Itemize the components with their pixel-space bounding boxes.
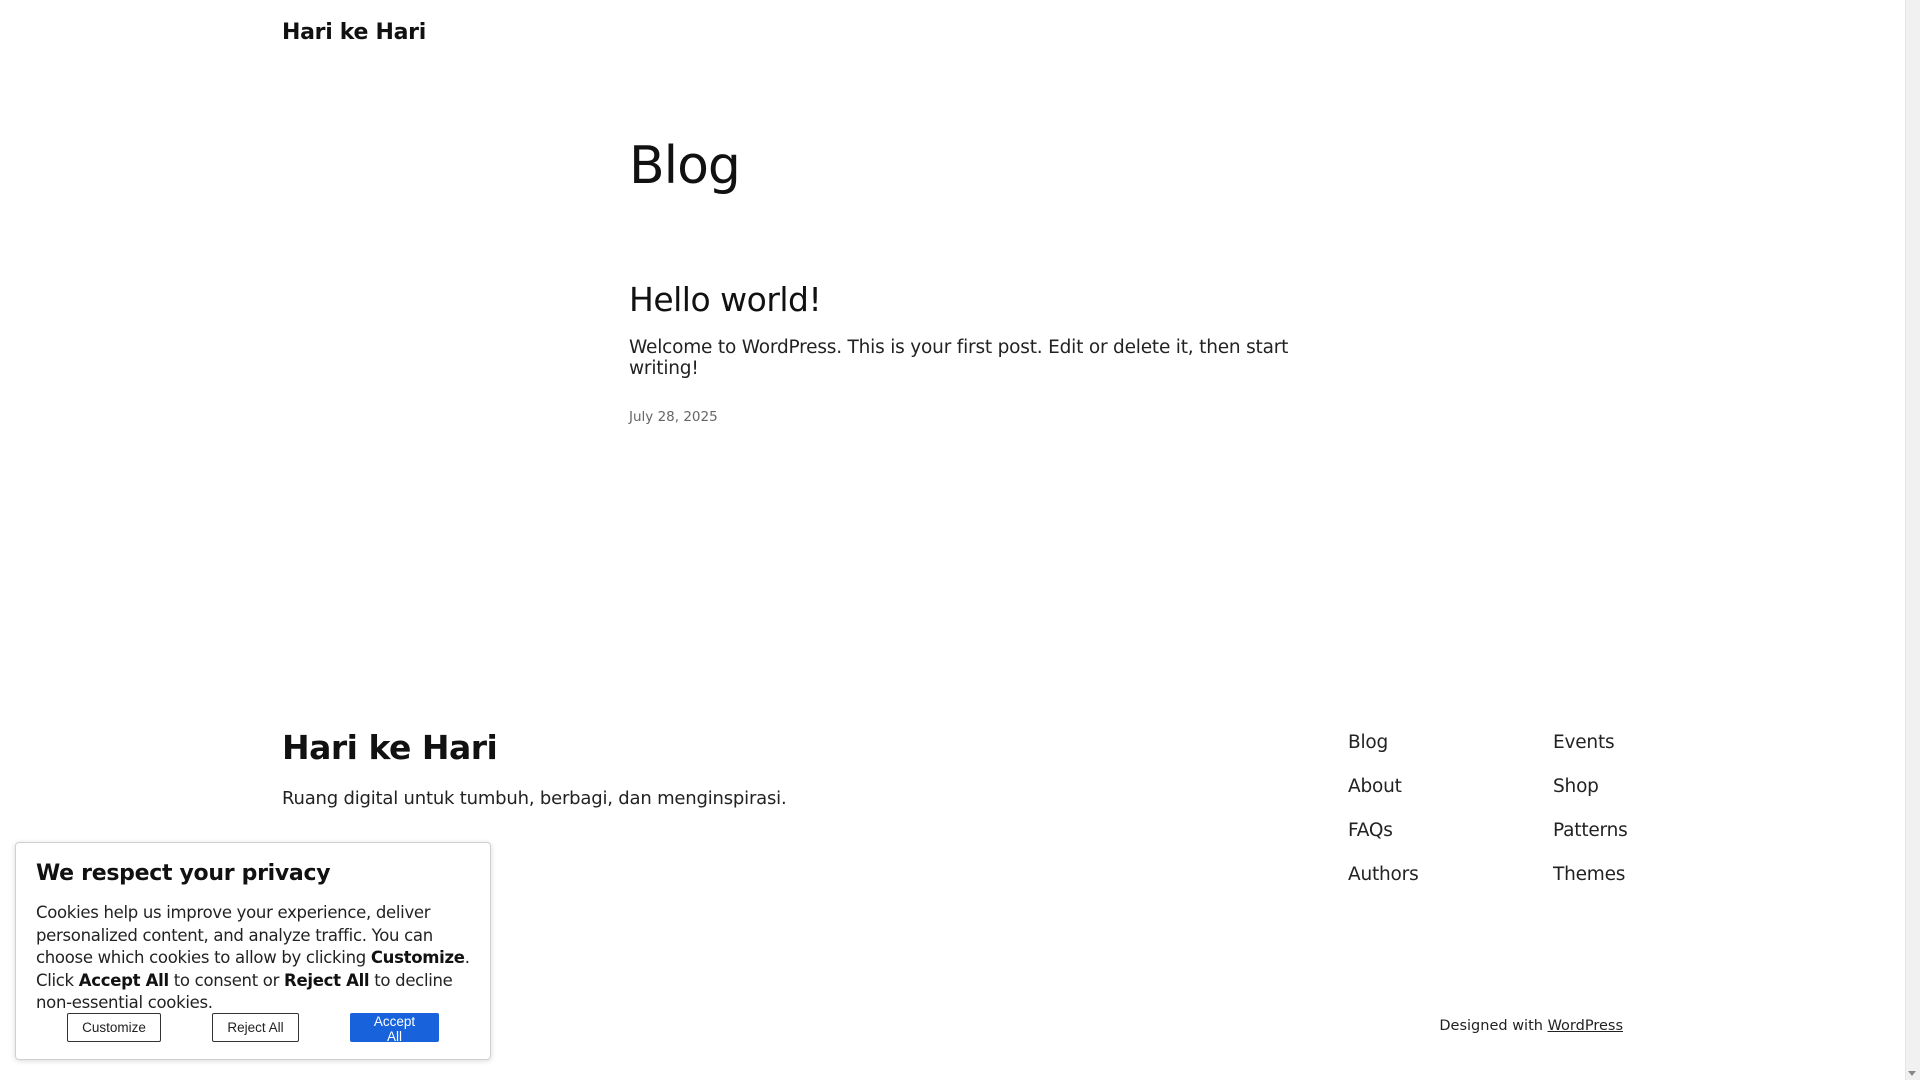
footer-link-events[interactable]: Events	[1553, 730, 1628, 756]
cookie-text-accept: Accept All	[78, 970, 169, 990]
cookie-banner-title: We respect your privacy	[36, 861, 331, 886]
cookie-banner-description: Cookies help us improve your experience,…	[36, 902, 470, 1015]
cookie-text-3: to consent or	[168, 970, 285, 990]
footer-link-authors[interactable]: Authors	[1348, 862, 1419, 888]
cookie-button-row: Customize Reject All Accept All	[16, 1013, 490, 1044]
post-date: July 28, 2025	[629, 409, 718, 425]
cookie-consent-banner: We respect your privacy Cookies help us …	[15, 842, 491, 1060]
cookie-text-customize: Customize	[370, 948, 465, 967]
post-title-link[interactable]: Hello world!	[629, 280, 1349, 319]
post-item: Hello world! Welcome to WordPress. This …	[629, 280, 1349, 425]
footer-link-about[interactable]: About	[1348, 774, 1419, 800]
footer-link-faqs[interactable]: FAQs	[1348, 818, 1419, 844]
scroll-down-arrow-icon[interactable]	[1908, 1071, 1916, 1076]
reject-all-button[interactable]: Reject All	[212, 1013, 299, 1042]
site-title-link[interactable]: Hari ke Hari	[282, 20, 426, 45]
footer-tagline: Ruang digital untuk tumbuh, berbagi, dan…	[282, 788, 787, 809]
customize-button[interactable]: Customize	[67, 1013, 161, 1042]
cookie-text-reject: Reject All	[284, 970, 370, 990]
footer-nav-column-1: Blog About FAQs Authors	[1348, 730, 1419, 888]
footer-link-patterns[interactable]: Patterns	[1553, 818, 1628, 844]
page-title: Blog	[629, 136, 741, 196]
credits-text: Designed with	[1439, 1018, 1543, 1034]
footer-link-shop[interactable]: Shop	[1553, 774, 1628, 800]
accept-all-button[interactable]: Accept All	[350, 1013, 439, 1044]
post-excerpt: Welcome to WordPress. This is your first…	[629, 337, 1289, 379]
footer-link-blog[interactable]: Blog	[1348, 730, 1419, 756]
footer-credits: Designed with WordPress	[1223, 1018, 1623, 1034]
footer-nav-column-2: Events Shop Patterns Themes	[1553, 730, 1628, 888]
footer-link-themes[interactable]: Themes	[1553, 862, 1628, 888]
footer-site-title-link[interactable]: Hari ke Hari	[282, 728, 498, 767]
wordpress-link[interactable]: WordPress	[1548, 1018, 1623, 1034]
vertical-scrollbar[interactable]	[1905, 0, 1920, 1080]
